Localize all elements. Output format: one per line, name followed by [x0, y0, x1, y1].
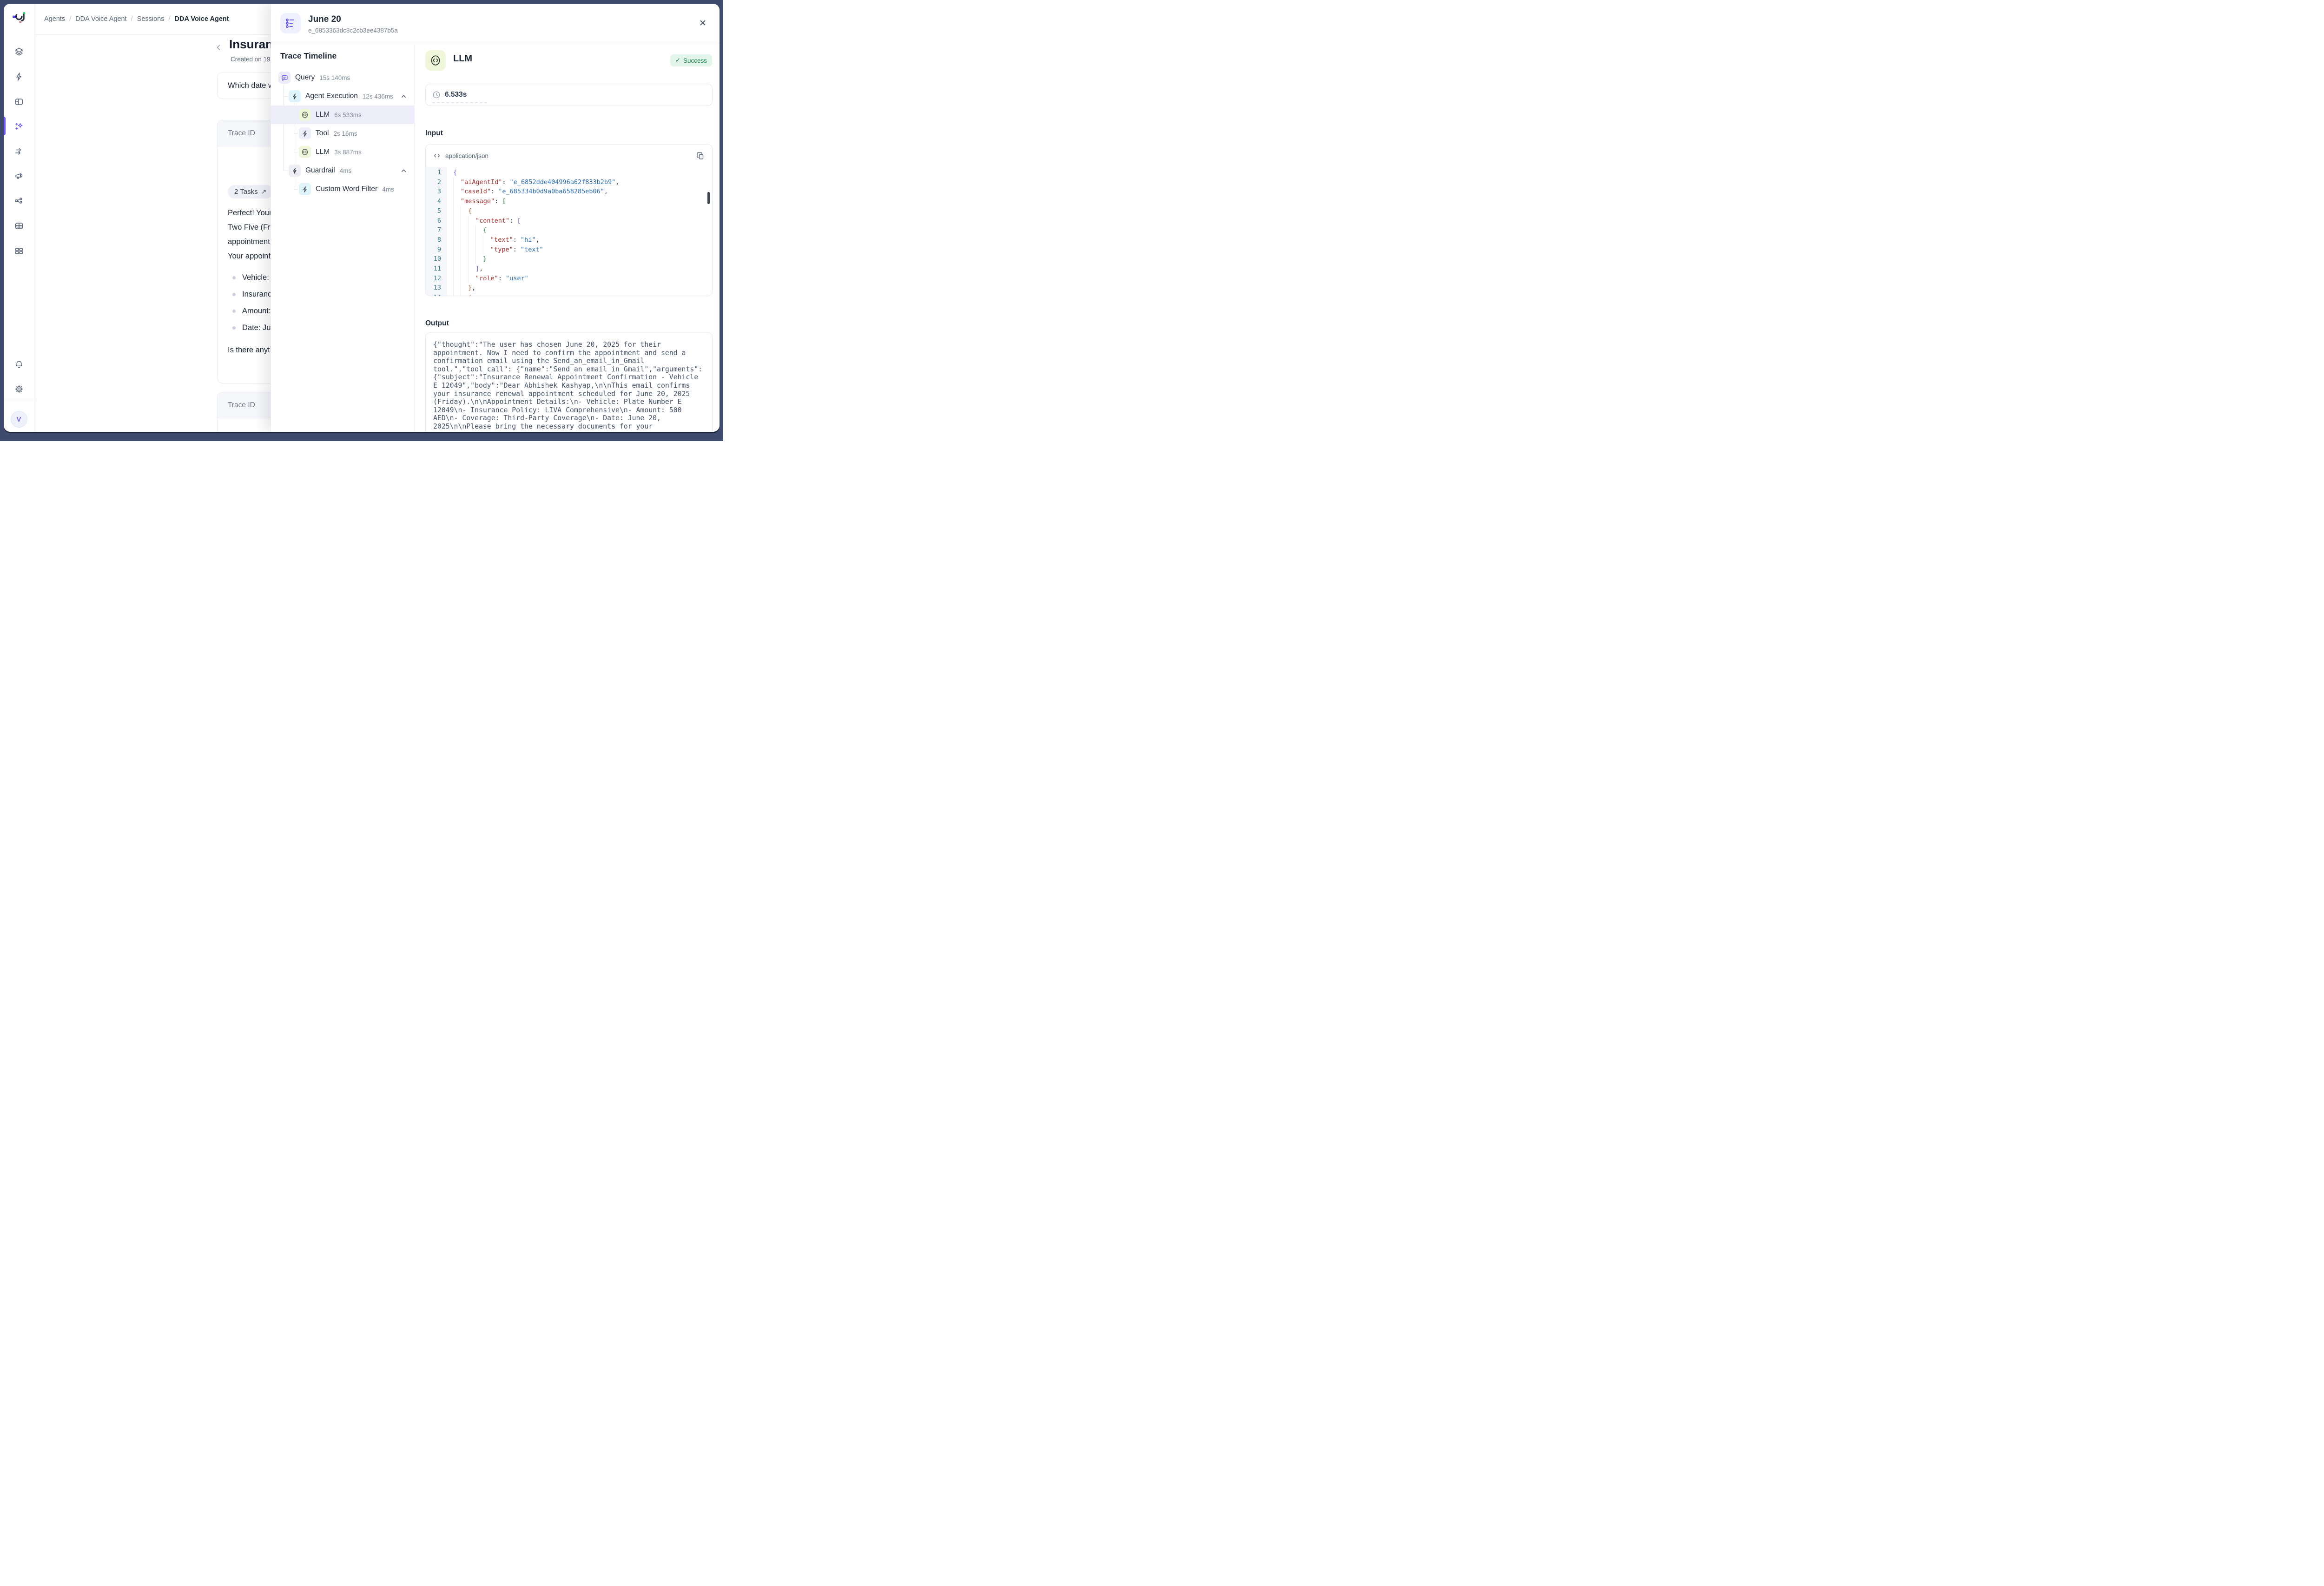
code-card-header: application/json [426, 145, 712, 167]
span-title: LLM [453, 53, 472, 64]
timeline-item-query[interactable]: Query 15s 140ms [271, 68, 414, 87]
output-text-card[interactable]: {"thought":"The user has chosen June 20,… [425, 332, 713, 432]
settings-button[interactable] [11, 381, 27, 397]
double-arrow-right-icon [14, 147, 24, 156]
arrow-up-right-icon: ↗ [261, 188, 267, 196]
trace-timeline-panel: Trace Timeline Query 15s 140ms [271, 44, 415, 432]
timeline-item-guardrail[interactable]: Guardrail 4ms [271, 161, 414, 180]
bullet-icon [232, 276, 236, 279]
sidebar-item-evaluate-active[interactable] [11, 119, 27, 134]
tasks-badge[interactable]: 2 Tasks ↗ [228, 185, 273, 198]
megaphone-icon [14, 172, 24, 181]
sidebar-item-layers[interactable] [11, 44, 27, 59]
timeline-item-agent-execution[interactable]: Agent Execution 12s 436ms [271, 87, 414, 106]
content-type-label: application/json [445, 152, 489, 159]
zap-icon [14, 72, 24, 81]
desktop-frame: V Agents / DDA Voice Agent / Sessions / … [0, 0, 723, 441]
sparkles-icon [14, 122, 24, 131]
zap-icon [299, 183, 311, 195]
input-label: Input [425, 129, 443, 138]
llm-icon-tile [425, 50, 446, 71]
chevron-up-icon[interactable] [401, 93, 407, 99]
sidebar-item-workflows[interactable] [11, 144, 27, 159]
timeline-item-custom-word-filter[interactable]: Custom Word Filter 4ms [271, 180, 414, 198]
bullet-icon [232, 293, 236, 296]
code-circle-icon [299, 146, 311, 158]
code-lines: 1{2"aiAgentId": "e_6852dde404996a62f833b… [426, 168, 712, 296]
sidebar: V [4, 4, 34, 432]
app-logo [11, 10, 27, 26]
back-button[interactable] [213, 42, 224, 53]
logo-icon [12, 11, 26, 25]
output-label: Output [425, 319, 449, 328]
span-duration: 6.533s [445, 91, 467, 99]
sidebar-item-actions[interactable] [11, 69, 27, 85]
code-circle-icon [299, 109, 311, 121]
drawer-header: June 20 e_6853363dc8c2cb3ee4387b5a ✕ [271, 4, 720, 44]
copy-icon [696, 152, 705, 160]
breadcrumb-agents[interactable]: Agents [44, 15, 65, 23]
sidebar-item-apps[interactable] [11, 243, 27, 259]
zap-icon [289, 90, 301, 102]
layout-icon [14, 97, 24, 106]
bell-icon [14, 360, 24, 369]
table-icon [14, 221, 24, 231]
active-item-indicator [4, 117, 6, 135]
close-icon[interactable]: ✕ [697, 18, 708, 29]
user-avatar[interactable]: V [11, 411, 27, 428]
code-circle-icon [429, 54, 442, 66]
duration-card: 6.533s [425, 84, 713, 106]
sidebar-item-integrations[interactable] [11, 193, 27, 209]
layers-icon [14, 47, 24, 56]
chevron-left-icon [215, 43, 223, 52]
chat-bubble-icon [278, 72, 290, 84]
bullet-icon [232, 326, 236, 330]
sidebar-item-datasets[interactable] [11, 218, 27, 234]
drawer-title: June 20 [308, 14, 341, 25]
duration-underline [432, 102, 487, 103]
timeline-item-tool[interactable]: Tool 2s 16ms [271, 124, 414, 143]
timeline-item-llm-2[interactable]: LLM 3s 887ms [271, 143, 414, 161]
check-icon: ✓ [675, 57, 680, 64]
input-json-card: application/json 1{2"aiAgentId": "e_6852… [425, 144, 713, 296]
sidebar-item-dashboard[interactable] [11, 94, 27, 110]
copy-button[interactable] [696, 152, 705, 160]
timeline-heading: Trace Timeline [280, 51, 337, 61]
clock-icon [432, 91, 441, 99]
trace-icon-tile [280, 13, 301, 33]
chevron-up-icon[interactable] [401, 168, 407, 174]
sidebar-item-campaigns[interactable] [11, 168, 27, 184]
breadcrumb-sessions[interactable]: Sessions [137, 15, 165, 23]
code-editor[interactable]: 1{2"aiAgentId": "e_6852dde404996a62f833b… [426, 167, 712, 296]
app-window: V Agents / DDA Voice Agent / Sessions / … [4, 4, 720, 432]
bullet-icon [232, 310, 236, 313]
trace-timeline-icon [285, 18, 296, 29]
drawer-trace-id: e_6853363dc8c2cb3ee4387b5a [308, 27, 398, 34]
gear-icon [14, 384, 24, 394]
status-badge: ✓ Success [670, 54, 712, 66]
code-icon [433, 152, 441, 159]
timeline-item-llm-selected[interactable]: LLM 6s 533ms [271, 106, 414, 124]
span-detail-panel: LLM ✓ Success 6.533s Input application/j… [414, 44, 720, 432]
breadcrumb-agent[interactable]: DDA Voice Agent [75, 15, 126, 23]
breadcrumb-current: DDA Voice Agent [175, 15, 229, 23]
zap-icon [289, 165, 301, 177]
grid-icon [14, 246, 24, 256]
scrollbar-thumb[interactable] [707, 192, 710, 204]
zap-icon [299, 127, 311, 139]
notifications-button[interactable] [11, 357, 27, 372]
share-network-icon [14, 196, 24, 205]
trace-drawer: June 20 e_6853363dc8c2cb3ee4387b5a ✕ Tra… [271, 4, 720, 432]
